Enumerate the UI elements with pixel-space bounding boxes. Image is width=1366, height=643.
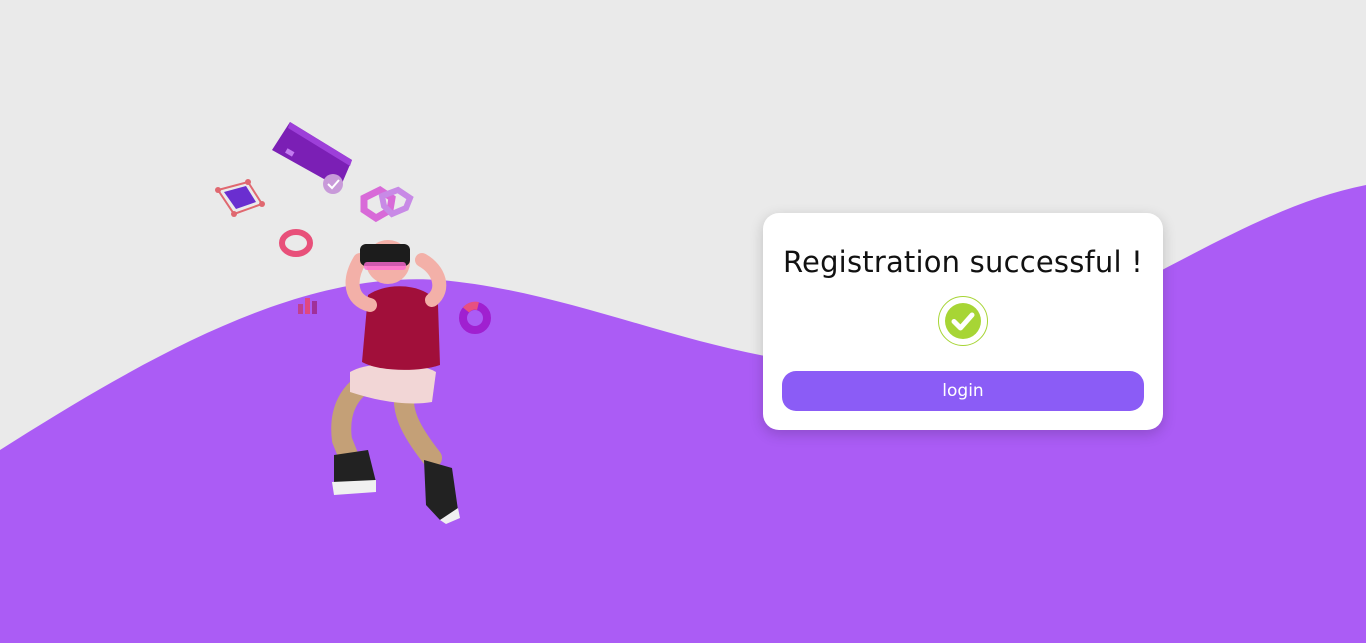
chain-link-icon (360, 185, 414, 223)
credit-card-icon (272, 122, 352, 194)
login-button[interactable]: login (782, 371, 1144, 411)
ring-icon (279, 229, 313, 257)
bar-chart-icon (298, 298, 317, 314)
check-circle-icon (938, 296, 988, 346)
donut-chart-icon (459, 301, 491, 334)
dialog-title: Registration successful ! (782, 245, 1144, 279)
chart-frame-icon (215, 179, 265, 217)
person-figure (331, 240, 460, 524)
vr-person-illustration (215, 122, 491, 524)
registration-success-dialog: Registration successful ! login (763, 213, 1163, 430)
page: Registration successful ! login (0, 0, 1366, 643)
